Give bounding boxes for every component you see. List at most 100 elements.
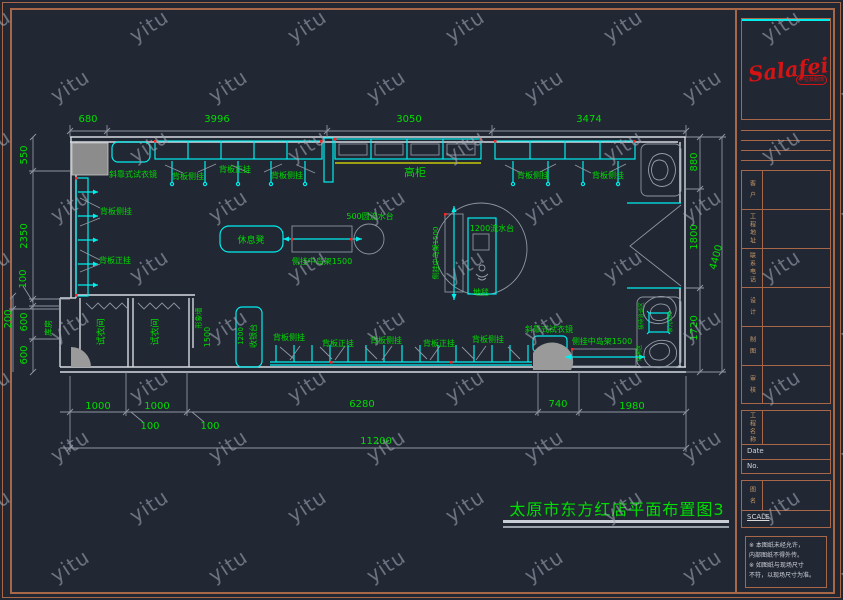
label-reception: 接待洽谈区: [637, 302, 645, 330]
info-row: 设 计: [742, 288, 830, 327]
dim-left-200: 200: [3, 309, 14, 328]
dim-top-680: 680: [78, 114, 97, 125]
title-underline-2: [503, 526, 729, 528]
entry-column: [72, 143, 108, 175]
label-front-hang-1: 背板正挂: [219, 164, 251, 174]
label-image-wall-dim: 1500: [203, 327, 212, 347]
dim-left-550: 550: [19, 145, 30, 164]
dim-bottom-1980: 1980: [619, 401, 644, 412]
note-line: 内部图纸不得外传。: [749, 551, 823, 561]
sheet-label: 图 名: [742, 481, 763, 510]
label-side-hang-4: 背板侧挂: [592, 170, 624, 180]
note-line: 不符，以现场尺寸为准。: [749, 571, 823, 581]
note-line: ※ 本图纸未经允许，: [749, 541, 823, 551]
no-row: No.: [742, 460, 830, 474]
dim-top-3474: 3474: [576, 114, 601, 125]
dim-right-4400: 4400: [708, 244, 725, 271]
notes-box: ※ 本图纸未经允许， 内部图纸不得外传。 ※ 如图纸与现场尺寸 不符，以现场尺寸…: [745, 536, 827, 588]
dim-left-600a: 600: [19, 312, 30, 331]
dim-bottom-6280: 6280: [349, 399, 374, 410]
info-row-label: 工程地址: [742, 210, 763, 248]
label-side-hang-left: 背板侧挂: [100, 206, 132, 216]
label-side-hang-2: 背板侧挂: [271, 170, 303, 180]
info-row: 联系电话: [742, 249, 830, 288]
label-lean-mirror-bottom: 斜靠式试衣镜: [525, 324, 573, 334]
lean-mirror-top: [112, 142, 150, 162]
label-leisure: 休闲区: [635, 344, 643, 361]
fitting-rooms: [71, 303, 180, 367]
island-rack-bottom: [565, 349, 645, 366]
label-island-bottom: 侧挂中岛架1500: [572, 336, 632, 346]
dim-right-880: 880: [689, 152, 700, 171]
label-table-1200: 1200流水台: [470, 223, 514, 233]
project-label: 工程名称: [742, 411, 763, 444]
lean-mirror-bottom: [533, 336, 573, 370]
carpet-area: [435, 203, 527, 300]
divider: [741, 140, 831, 141]
label-side-hang-b3: 背板侧挂: [472, 334, 504, 344]
logo-cyan-strip: [742, 19, 830, 21]
no-label: No.: [747, 462, 759, 470]
dim-bottom-1000a: 1000: [85, 401, 110, 412]
dim-bottom-740: 740: [548, 399, 567, 410]
divider: [741, 150, 831, 151]
label-tea-table: 茶几600: [666, 311, 674, 333]
info-row-label: 客 户: [742, 171, 763, 209]
info-row: 工程地址: [742, 210, 830, 249]
label-cashier: 收银台: [248, 324, 258, 348]
label-side-hang-3: 背板侧挂: [517, 170, 549, 180]
dim-top-3996: 3996: [204, 114, 229, 125]
label-island-vertical: 侧挂中岛架1500: [431, 227, 440, 280]
label-side-hang-1: 背板侧挂: [172, 171, 204, 181]
project-cell: 工程名称 Date No.: [741, 410, 831, 474]
info-row-label: 制 图: [742, 327, 763, 365]
dim-bottom-100b: 100: [200, 421, 219, 432]
label-round-table-500: 500圆流水台: [346, 211, 393, 221]
rack-left-wall: [76, 178, 100, 296]
label-tall-cabinet: 高柜: [404, 165, 426, 179]
label-fitting-room-1: 试衣间: [95, 318, 107, 345]
divider: [741, 130, 831, 131]
info-table: 客 户 工程地址 联系电话 设 计 制 图 审 核: [741, 170, 831, 404]
label-side-hang-b2: 背板侧挂: [370, 335, 402, 345]
scale-label: SCALE: [747, 513, 769, 521]
dim-right-1720: 1720: [689, 315, 700, 340]
dim-left-2350: 2350: [19, 223, 30, 248]
title-underline-1: [503, 520, 729, 523]
dim-top-3050: 3050: [396, 114, 421, 125]
dim-bottom-1000b: 1000: [144, 401, 169, 412]
note-line: ※ 如图纸与现场尺寸: [749, 561, 823, 571]
entrance-door-right: [627, 203, 681, 288]
label-fitting-room-2: 试衣间: [149, 318, 161, 345]
dim-left-100: 100: [18, 269, 29, 288]
logo-cell: Salafei 萨拉菲服饰: [741, 18, 831, 120]
scale-row: SCALE: [742, 511, 830, 528]
label-side-hang-b1: 背板侧挂: [273, 332, 305, 342]
dim-right-1800: 1800: [689, 224, 700, 249]
project-row: 工程名称: [742, 411, 830, 445]
label-rest-bench: 休息凳: [237, 234, 264, 246]
label-storage: 库房: [43, 320, 53, 336]
dim-left-600b: 600: [19, 345, 30, 364]
sheet-row: 图 名: [742, 481, 830, 511]
label-carpet: 地毯: [473, 287, 489, 297]
info-row-label: 设 计: [742, 288, 763, 326]
cad-floorplan-page: { "watermark": { "text": "yitu" }, "draw…: [0, 0, 843, 600]
label-cashier-width: 1200: [237, 327, 245, 345]
label-front-hang-b2: 背板正挂: [423, 338, 455, 348]
sheet-cell: 图 名 SCALE: [741, 480, 831, 528]
date-row: Date: [742, 445, 830, 460]
drawing-title: 太原市东方红店平面布置图3: [505, 496, 729, 520]
info-row: 客 户: [742, 171, 830, 210]
corner-sofa-top-right: [641, 144, 681, 196]
title-block: Salafei 萨拉菲服饰 客 户 工程地址 联系电话 设 计 制 图 审 核 …: [735, 8, 835, 592]
hatch-strip: [324, 138, 333, 182]
label-lean-mirror-top: 斜靠式试衣镜: [109, 169, 157, 179]
label-front-hang-b1: 背板正挂: [322, 338, 354, 348]
label-image-wall: 形象墙: [194, 308, 203, 329]
info-row-label: 联系电话: [742, 249, 763, 287]
label-island-center: 侧挂中岛架1500: [292, 256, 352, 266]
divider: [741, 160, 831, 161]
info-row-label: 审 核: [742, 366, 763, 404]
brand-badge: 萨拉菲服饰: [796, 75, 827, 85]
